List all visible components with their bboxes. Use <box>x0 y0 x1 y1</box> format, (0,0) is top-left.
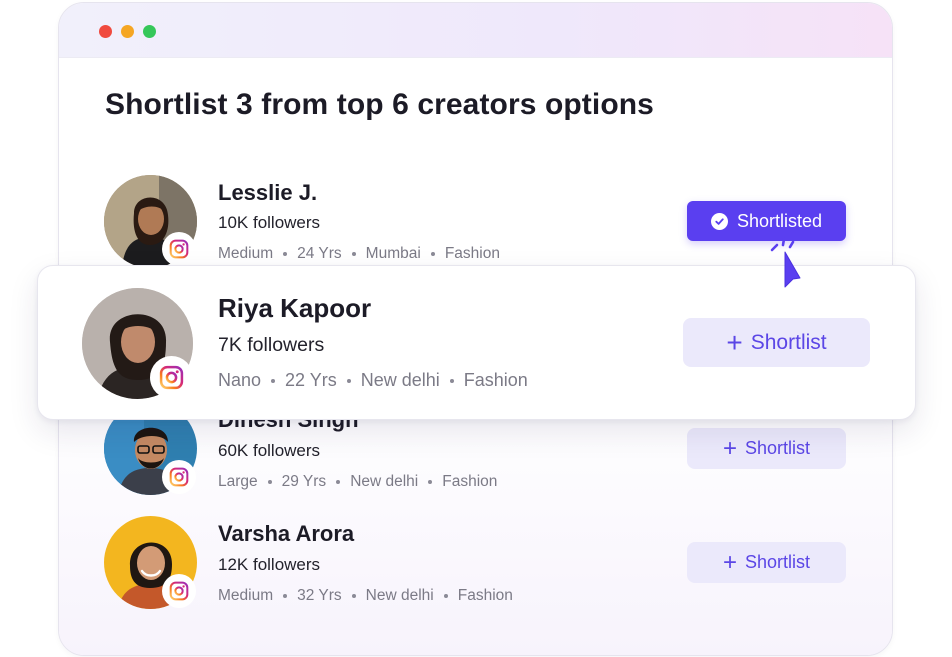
page-title: Shortlist 3 from top 6 creators options <box>105 88 654 121</box>
window-titlebar <box>59 3 892 58</box>
instagram-icon <box>162 232 196 266</box>
shortlist-label: Shortlist <box>744 552 811 572</box>
creator-age: 24 Yrs <box>297 245 342 262</box>
creator-meta: Nano 22 Yrs New delhi Fashion <box>218 370 528 391</box>
creator-age: 32 Yrs <box>297 587 342 604</box>
separator-dot <box>346 378 351 383</box>
minimize-window-button[interactable] <box>121 25 134 38</box>
creator-category: Fashion <box>457 587 513 604</box>
creator-category: Fashion <box>463 370 528 390</box>
creator-meta: Medium 24 Yrs Mumbai Fashion <box>218 245 500 263</box>
creator-name: Varsha Arora <box>218 521 355 546</box>
creator-followers: 12K followers <box>218 555 321 574</box>
shortlist-button[interactable]: + Shortlist <box>687 428 846 469</box>
creator-age: 29 Yrs <box>281 473 327 490</box>
creator-tier: Nano <box>218 370 262 390</box>
creator-name: Lesslie J. <box>218 180 318 205</box>
creator-category: Fashion <box>442 473 498 490</box>
separator-dot <box>283 252 288 256</box>
shortlist-button[interactable]: + Shortlist <box>687 542 846 583</box>
separator-dot <box>271 378 276 383</box>
maximize-window-button[interactable] <box>143 25 156 38</box>
plus-icon: + <box>726 326 743 358</box>
check-circle-icon <box>710 212 728 230</box>
creator-tier: Large <box>218 473 258 490</box>
separator-dot <box>351 252 356 256</box>
creator-meta: Large 29 Yrs New delhi Fashion <box>218 473 497 491</box>
creator-city: New delhi <box>350 473 419 490</box>
creator-tier: Medium <box>218 587 274 604</box>
separator-dot <box>351 594 356 598</box>
separator-dot <box>283 594 288 598</box>
close-window-button[interactable] <box>99 25 112 38</box>
separator-dot <box>443 594 448 598</box>
creator-age: 22 Yrs <box>285 370 337 390</box>
instagram-icon <box>150 356 193 399</box>
creator-category: Fashion <box>444 245 500 262</box>
instagram-icon <box>162 460 196 494</box>
mouse-cursor-icon <box>766 236 816 292</box>
shortlist-button[interactable]: + Shortlist <box>683 318 870 367</box>
shortlist-label: Shortlist <box>750 330 827 354</box>
plus-icon: + <box>722 434 737 462</box>
instagram-icon <box>162 574 196 608</box>
separator-dot <box>430 252 435 256</box>
creator-city: New delhi <box>360 370 440 390</box>
creator-city: Mumbai <box>365 245 421 262</box>
shortlisted-button[interactable]: Shortlisted <box>687 201 846 241</box>
creator-meta: Medium 32 Yrs New delhi Fashion <box>218 587 513 605</box>
separator-dot <box>336 480 341 484</box>
creator-followers: 60K followers <box>218 441 321 460</box>
creator-city: New delhi <box>365 587 434 604</box>
shortlisted-label: Shortlisted <box>736 210 823 231</box>
shortlist-label: Shortlist <box>744 438 811 458</box>
creator-name: Riya Kapoor <box>218 293 372 323</box>
separator-dot <box>428 480 433 484</box>
creator-tier: Medium <box>218 245 274 262</box>
separator-dot <box>449 378 454 383</box>
separator-dot <box>267 480 272 484</box>
creator-followers: 10K followers <box>218 213 321 232</box>
plus-icon: + <box>722 548 737 576</box>
creator-followers: 7K followers <box>218 334 325 356</box>
